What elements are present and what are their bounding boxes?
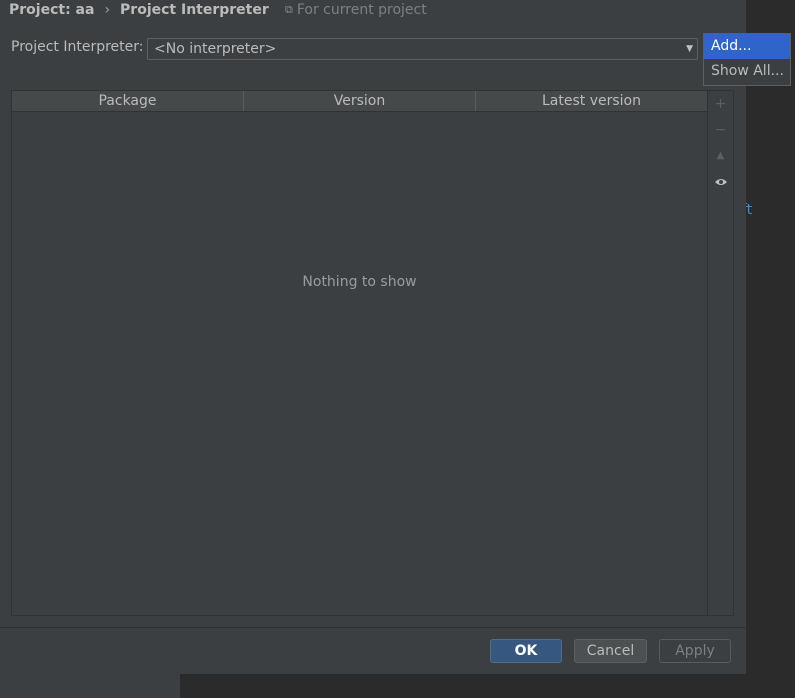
chevron-down-icon[interactable]: ▼ bbox=[686, 39, 693, 59]
column-latest-version[interactable]: Latest version bbox=[476, 91, 707, 111]
settings-dialog: Project: aa › Project Interpreter ⧉ For … bbox=[0, 0, 746, 674]
ok-button[interactable]: OK bbox=[490, 639, 562, 663]
scope-hint-text: For current project bbox=[296, 2, 427, 18]
packages-table: Package Version Latest version Nothing t… bbox=[11, 90, 708, 616]
empty-state-text: Nothing to show bbox=[302, 274, 417, 290]
table-header: Package Version Latest version bbox=[12, 91, 707, 112]
copy-icon: ⧉ bbox=[285, 3, 293, 16]
eye-icon[interactable] bbox=[708, 172, 733, 192]
apply-button[interactable]: Apply bbox=[659, 639, 731, 663]
interpreter-dropdown[interactable]: <No interpreter> ▼ bbox=[147, 38, 698, 60]
interpreter-options-menu: Add... Show All... bbox=[703, 33, 791, 86]
package-toolbar: + − ▲ bbox=[708, 90, 734, 616]
menu-item-add[interactable]: Add... bbox=[704, 34, 790, 59]
interpreter-value: <No interpreter> bbox=[154, 41, 277, 57]
upgrade-icon[interactable]: ▲ bbox=[708, 146, 733, 166]
editor-background bbox=[746, 0, 795, 698]
breadcrumb-page: Project Interpreter bbox=[120, 2, 269, 18]
column-package[interactable]: Package bbox=[12, 91, 244, 111]
breadcrumb-separator: › bbox=[104, 2, 111, 18]
minus-icon[interactable]: − bbox=[708, 120, 733, 140]
background-panel bbox=[0, 674, 180, 698]
scope-hint: ⧉ For current project bbox=[285, 2, 427, 18]
interpreter-label: Project Interpreter: bbox=[11, 39, 144, 55]
menu-item-show-all[interactable]: Show All... bbox=[704, 59, 790, 84]
footer-divider bbox=[0, 627, 746, 628]
plus-icon[interactable]: + bbox=[708, 94, 733, 114]
cancel-button[interactable]: Cancel bbox=[574, 639, 647, 663]
breadcrumb-project[interactable]: Project: aa bbox=[9, 2, 94, 18]
column-version[interactable]: Version bbox=[244, 91, 476, 111]
breadcrumb: Project: aa › Project Interpreter bbox=[9, 0, 269, 20]
